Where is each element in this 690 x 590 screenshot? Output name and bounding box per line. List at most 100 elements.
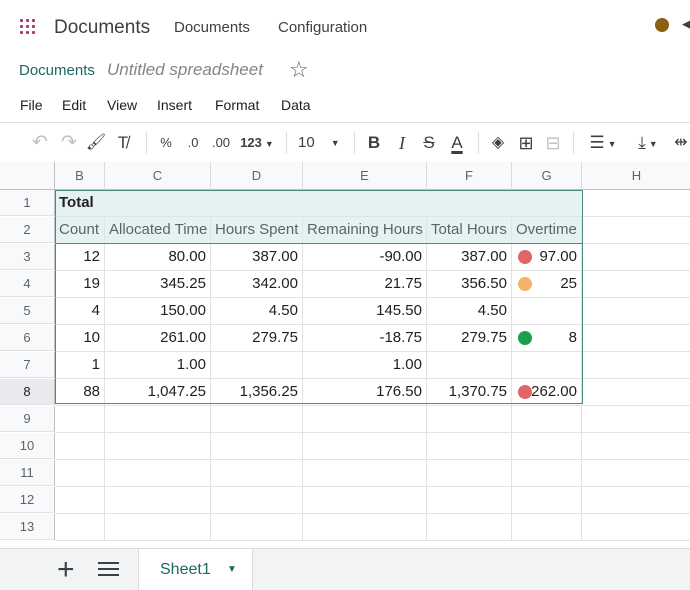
table-cell[interactable]: 150.00 <box>105 298 211 325</box>
document-name-input[interactable]: Untitled spreadsheet <box>107 60 263 80</box>
column-header-f[interactable]: F <box>427 162 512 190</box>
table-cell[interactable]: 80.00 <box>105 244 211 271</box>
table-title-cell[interactable]: Total <box>55 190 583 217</box>
user-menu-caret-icon[interactable]: ◀ <box>682 16 690 32</box>
chevron-down-icon[interactable]: ▼ <box>227 564 237 575</box>
table-cell[interactable] <box>427 352 512 379</box>
empty-cell[interactable] <box>582 487 690 514</box>
table-cell[interactable]: 261.00 <box>105 325 211 352</box>
column-header-d[interactable]: D <box>211 162 303 190</box>
table-cell[interactable]: 21.75 <box>303 271 427 298</box>
table-cell[interactable]: 145.50 <box>303 298 427 325</box>
empty-cell[interactable] <box>512 514 582 541</box>
table-cell[interactable]: 4 <box>55 298 105 325</box>
table-cell[interactable]: -18.75 <box>303 325 427 352</box>
table-cell[interactable]: 1,047.25 <box>105 379 211 406</box>
column-header-e[interactable]: E <box>303 162 427 190</box>
empty-cell[interactable] <box>105 514 211 541</box>
empty-cell[interactable] <box>512 487 582 514</box>
horizontal-align-dropdown[interactable]: ☰ ▼ <box>583 123 623 163</box>
merge-cells-icon[interactable]: ⊟ <box>542 123 564 163</box>
table-cell[interactable]: 1.00 <box>105 352 211 379</box>
empty-cell[interactable] <box>211 406 303 433</box>
table-cell[interactable]: 10 <box>55 325 105 352</box>
empty-cell[interactable] <box>427 406 512 433</box>
column-header-b[interactable]: B <box>55 162 105 190</box>
table-cell[interactable]: 1,356.25 <box>211 379 303 406</box>
empty-cell[interactable] <box>427 433 512 460</box>
percent-format-button[interactable]: % <box>156 123 176 163</box>
empty-cell[interactable] <box>55 433 105 460</box>
empty-cell[interactable] <box>303 406 427 433</box>
table-cell[interactable] <box>512 352 582 379</box>
empty-cell[interactable] <box>303 514 427 541</box>
borders-icon[interactable]: ⊞ <box>515 123 537 163</box>
empty-cell[interactable] <box>582 217 690 244</box>
table-cell[interactable]: 279.75 <box>211 325 303 352</box>
table-cell[interactable]: 387.00 <box>211 244 303 271</box>
empty-cell[interactable] <box>105 433 211 460</box>
empty-cell[interactable] <box>582 244 690 271</box>
table-cell[interactable]: -90.00 <box>303 244 427 271</box>
table-cell[interactable]: 342.00 <box>211 271 303 298</box>
menu-edit[interactable]: Edit <box>62 97 86 113</box>
table-cell[interactable]: 356.50 <box>427 271 512 298</box>
empty-cell[interactable] <box>303 433 427 460</box>
empty-cell[interactable] <box>427 514 512 541</box>
table-cell[interactable]: 1.00 <box>303 352 427 379</box>
table-cell[interactable] <box>211 352 303 379</box>
table-cell[interactable]: 12 <box>55 244 105 271</box>
empty-cell[interactable] <box>582 271 690 298</box>
row-header[interactable]: 4 <box>0 271 55 297</box>
table-header-cell[interactable]: Remaining Hours <box>303 217 427 244</box>
font-size-dropdown[interactable]: 10 ▼ <box>294 123 344 163</box>
nav-documents[interactable]: Documents <box>174 19 250 36</box>
empty-cell[interactable] <box>55 406 105 433</box>
table-cell[interactable]: 345.25 <box>105 271 211 298</box>
empty-cell[interactable] <box>211 460 303 487</box>
table-cell[interactable]: 19 <box>55 271 105 298</box>
text-wrap-icon[interactable]: ⇹ <box>672 123 690 163</box>
table-cell[interactable]: 88 <box>55 379 105 406</box>
empty-cell[interactable] <box>512 460 582 487</box>
empty-cell[interactable] <box>427 460 512 487</box>
row-header[interactable]: 7 <box>0 352 55 378</box>
sheet-tab-sheet1[interactable]: Sheet1 ▼ <box>138 549 253 590</box>
table-cell[interactable]: 279.75 <box>427 325 512 352</box>
column-header-h[interactable]: H <box>582 162 690 190</box>
empty-cell[interactable] <box>55 514 105 541</box>
row-header[interactable]: 12 <box>0 487 55 513</box>
empty-cell[interactable] <box>211 487 303 514</box>
empty-cell[interactable] <box>303 460 427 487</box>
table-cell[interactable] <box>512 298 582 325</box>
empty-cell[interactable] <box>427 487 512 514</box>
menu-data[interactable]: Data <box>281 97 311 113</box>
table-header-cell[interactable]: Hours Spent <box>211 217 303 244</box>
paint-format-icon[interactable]: 🖌 <box>85 123 107 163</box>
row-header[interactable]: 9 <box>0 406 55 432</box>
row-header-selected[interactable]: 8 <box>0 379 55 405</box>
empty-cell[interactable] <box>105 460 211 487</box>
star-icon[interactable]: ☆ <box>289 57 309 83</box>
increase-decimal-button[interactable]: .00 <box>209 123 233 163</box>
row-header[interactable]: 6 <box>0 325 55 351</box>
empty-cell[interactable] <box>55 460 105 487</box>
empty-cell[interactable] <box>211 514 303 541</box>
table-cell[interactable]: 4.50 <box>211 298 303 325</box>
empty-cell[interactable] <box>105 487 211 514</box>
row-header[interactable]: 1 <box>0 190 55 216</box>
empty-cell[interactable] <box>582 298 690 325</box>
menu-insert[interactable]: Insert <box>157 97 192 113</box>
table-header-cell[interactable]: Allocated Time <box>105 217 211 244</box>
redo-icon[interactable]: ↷ <box>57 123 81 163</box>
table-header-cell[interactable]: Overtime <box>512 217 582 244</box>
table-cell[interactable]: 1,370.75 <box>427 379 512 406</box>
row-header[interactable]: 2 <box>0 217 55 243</box>
column-header-c[interactable]: C <box>105 162 211 190</box>
empty-cell[interactable] <box>582 433 690 460</box>
table-cell[interactable]: 176.50 <box>303 379 427 406</box>
empty-cell[interactable] <box>582 460 690 487</box>
menu-format[interactable]: Format <box>215 97 259 113</box>
empty-cell[interactable] <box>582 514 690 541</box>
undo-icon[interactable]: ↶ <box>28 123 52 163</box>
